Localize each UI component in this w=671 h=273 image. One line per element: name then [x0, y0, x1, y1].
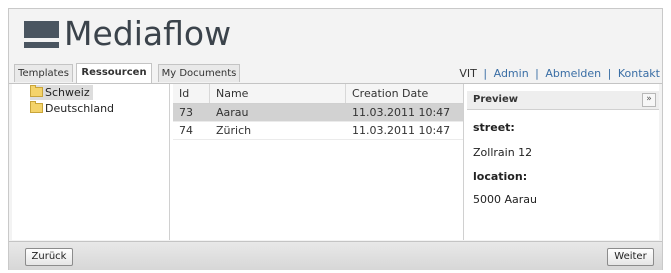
- folder-icon: [30, 85, 43, 97]
- location-value: 5000 Aarau: [473, 193, 537, 206]
- logout-link[interactable]: Abmelden: [545, 67, 601, 80]
- link-separator: |: [483, 67, 488, 80]
- preview-title: Preview: [473, 94, 519, 105]
- cell-creation-date: 11.03.2011 10:47: [352, 106, 451, 119]
- collapse-panel-icon[interactable]: »: [642, 93, 656, 107]
- cell-id: 74: [179, 124, 193, 137]
- cell-creation-date: 11.03.2011 10:47: [352, 124, 451, 137]
- table-row[interactable]: 73 Aarau 11.03.2011 10:47: [173, 104, 463, 122]
- tree-item-deutschland[interactable]: Deutschland: [30, 101, 117, 116]
- cell-id: 73: [179, 106, 193, 119]
- top-links: VIT | Admin | Abmelden | Kontakt: [459, 67, 660, 80]
- column-header-creation-date[interactable]: Creation Date: [346, 84, 463, 103]
- tab-templates[interactable]: Templates: [14, 64, 73, 82]
- user-label: VIT: [459, 67, 477, 80]
- tab-ressourcen[interactable]: Ressourcen: [76, 63, 152, 83]
- main-content: Schweiz Deutschland Id Name Creation Dat…: [12, 84, 659, 240]
- resource-grid: Id Name Creation Date 73 Aarau 11.03.201…: [173, 84, 464, 240]
- column-header-name[interactable]: Name: [210, 84, 346, 103]
- column-header-id[interactable]: Id: [173, 84, 210, 103]
- location-label: location:: [473, 170, 528, 183]
- logo-text: Mediaflow: [64, 14, 232, 53]
- mediaflow-logo-icon: [24, 21, 59, 49]
- cell-name: Zürich: [216, 124, 252, 137]
- folder-icon: [30, 101, 43, 113]
- app-window: Mediaflow Templates Ressourcen My Docume…: [8, 8, 663, 270]
- cell-name: Aarau: [216, 106, 249, 119]
- grid-header: Id Name Creation Date: [173, 84, 463, 104]
- folder-tree: Schweiz Deutschland: [12, 84, 170, 240]
- next-button[interactable]: Weiter: [607, 248, 654, 266]
- header: Mediaflow: [9, 9, 662, 61]
- back-button[interactable]: Zurück: [25, 248, 73, 266]
- street-label: street:: [473, 121, 515, 134]
- tab-my-documents[interactable]: My Documents: [158, 64, 240, 82]
- link-separator: |: [535, 67, 539, 80]
- table-row[interactable]: 74 Zürich 11.03.2011 10:47: [173, 122, 463, 140]
- preview-header: Preview »: [467, 91, 659, 110]
- tree-item-label: Deutschland: [45, 102, 115, 115]
- preview-panel: Preview » street: Zollrain 12 location: …: [467, 84, 659, 240]
- tree-item-label: Schweiz: [45, 86, 90, 99]
- link-separator: |: [607, 67, 612, 80]
- contact-link[interactable]: Kontakt: [618, 67, 660, 80]
- tree-item-schweiz[interactable]: Schweiz: [30, 85, 93, 100]
- footer-bar: Zurück Weiter: [9, 241, 662, 270]
- admin-link[interactable]: Admin: [494, 67, 529, 80]
- street-value: Zollrain 12: [473, 146, 533, 159]
